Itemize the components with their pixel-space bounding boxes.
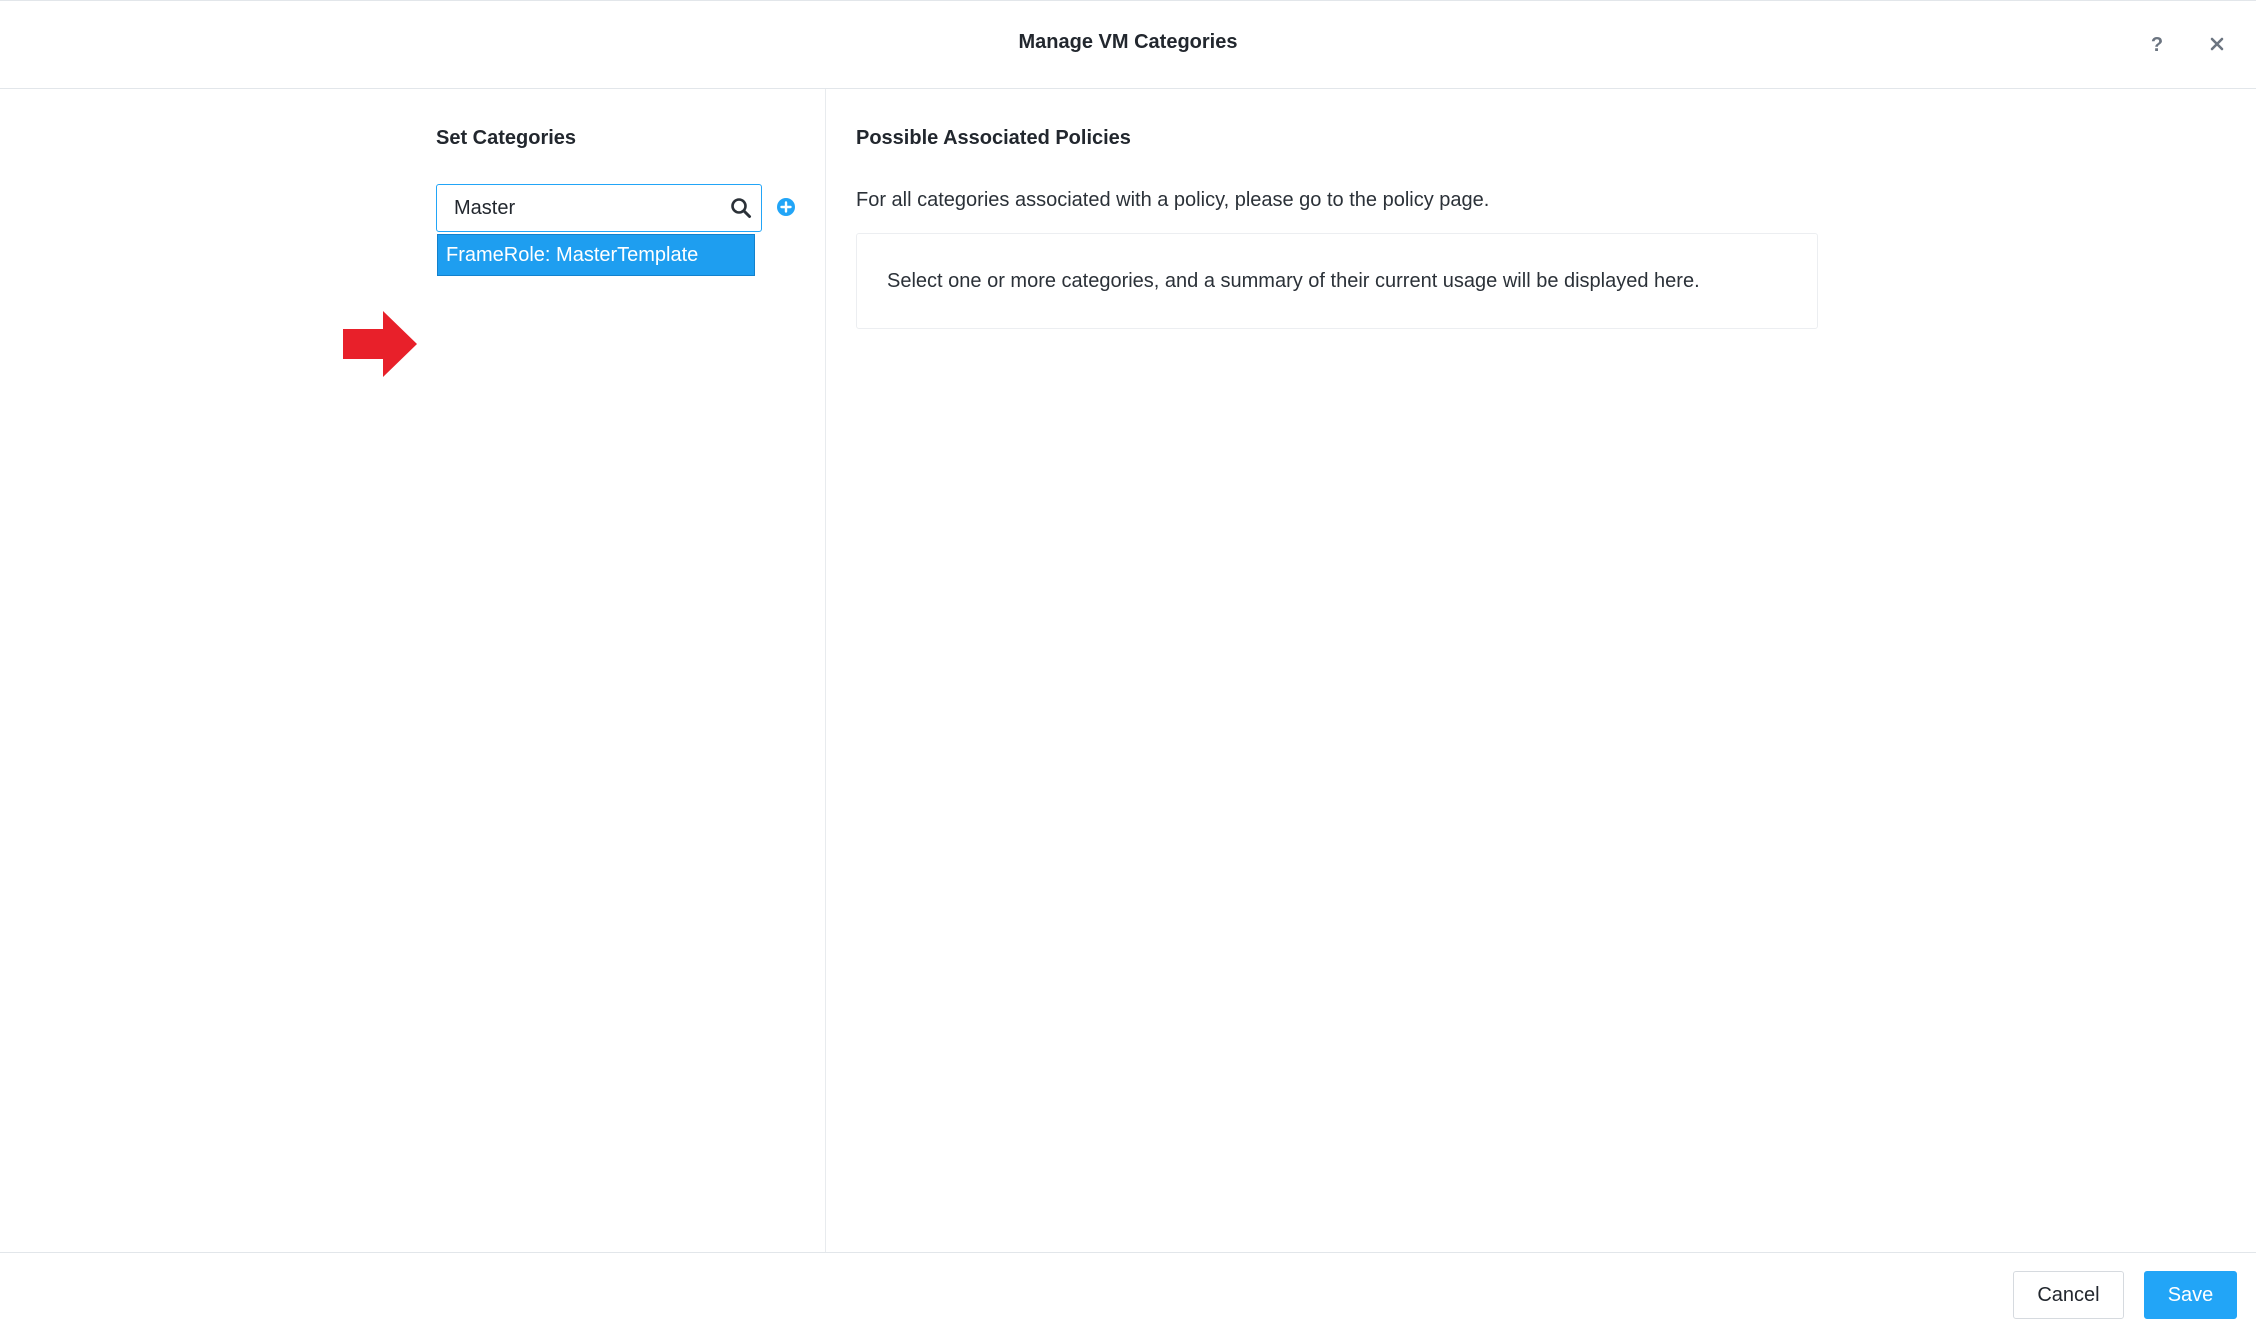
question-mark-icon[interactable]: ? bbox=[2144, 29, 2170, 59]
associated-policies-panel: Possible Associated Policies For all cat… bbox=[826, 89, 2256, 1253]
dropdown-option-framerole-mastertemplate[interactable]: FrameRole: MasterTemplate bbox=[437, 234, 755, 276]
manage-vm-categories-dialog: Manage VM Categories ? Set Categories Fr… bbox=[0, 0, 2256, 1336]
save-button[interactable]: Save bbox=[2144, 1271, 2237, 1319]
dialog-title: Manage VM Categories bbox=[1018, 31, 1238, 53]
category-usage-summary-box: Select one or more categories, and a sum… bbox=[856, 233, 1818, 329]
category-search-field[interactable] bbox=[436, 184, 762, 232]
close-x-icon[interactable] bbox=[2204, 29, 2230, 59]
search-icon[interactable] bbox=[730, 197, 752, 219]
usage-summary-placeholder-text: Select one or more categories, and a sum… bbox=[887, 270, 1700, 292]
set-categories-title: Set Categories bbox=[436, 127, 577, 149]
policy-description-text: For all categories associated with a pol… bbox=[856, 189, 1490, 211]
svg-text:?: ? bbox=[2151, 34, 2163, 54]
set-categories-panel: Set Categories FrameRole: MasterTemplate bbox=[0, 89, 826, 1253]
plus-circle-icon[interactable] bbox=[776, 197, 796, 217]
cancel-button[interactable]: Cancel bbox=[2013, 1271, 2124, 1319]
dialog-footer: Cancel Save bbox=[0, 1252, 2256, 1336]
possible-associated-policies-title: Possible Associated Policies bbox=[856, 127, 1131, 149]
red-arrow-annotation-icon bbox=[343, 311, 417, 377]
category-search-input[interactable] bbox=[454, 185, 714, 231]
dialog-header: Manage VM Categories ? bbox=[0, 0, 2256, 89]
